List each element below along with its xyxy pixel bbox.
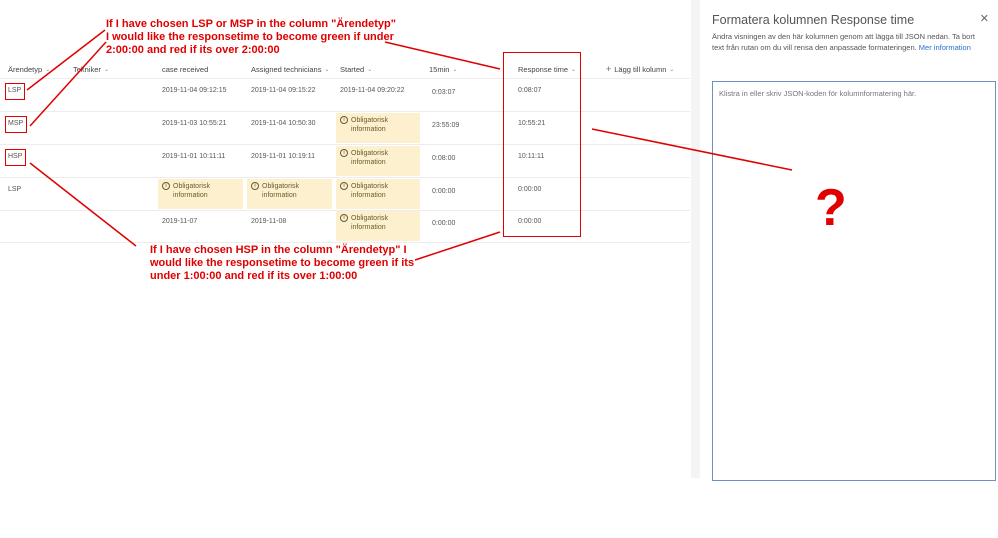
arrow-to-response-header — [384, 41, 501, 70]
arrow-to-lsp — [26, 29, 106, 91]
annotation-arrows — [26, 29, 793, 261]
arrow-to-msp — [29, 41, 107, 127]
arrow-to-hsp — [29, 162, 137, 247]
arrow-to-question — [591, 128, 793, 171]
arrow-to-response-box — [414, 231, 501, 261]
